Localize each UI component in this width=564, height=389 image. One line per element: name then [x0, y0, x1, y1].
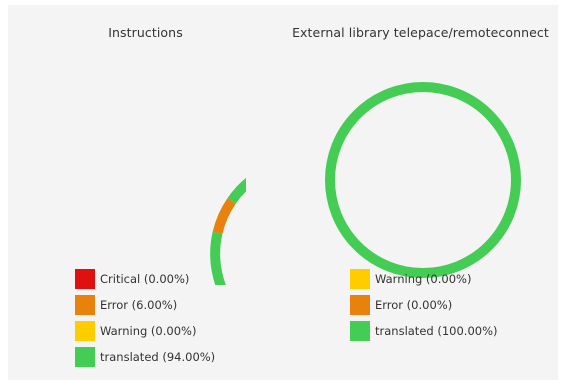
legend-label: translated (100.00%) — [375, 324, 498, 338]
legend-item-error[interactable]: Error (0.00%) — [350, 295, 498, 315]
legend-label: Error (0.00%) — [375, 298, 453, 312]
error-segment[interactable] — [212, 198, 236, 235]
legend-item-translated[interactable]: translated (100.00%) — [350, 321, 498, 341]
chart-title: Instructions — [108, 25, 183, 40]
legend-label: Error (6.00%) — [100, 298, 178, 312]
chart-title: External library telepace/remoteconnect — [292, 25, 549, 40]
translated-segment[interactable] — [325, 82, 521, 278]
error-swatch — [75, 295, 95, 315]
translated-swatch — [75, 347, 95, 367]
legend-item-critical[interactable]: Critical (0.00%) — [75, 269, 215, 289]
translation-status-panel: Instructions Critical (0.00%) Error (6.0… — [8, 5, 558, 380]
instructions-chart: Instructions Critical (0.00%) Error (6.0… — [8, 5, 283, 380]
external-library-donut — [325, 82, 521, 278]
legend-item-translated[interactable]: translated (94.00%) — [75, 347, 216, 367]
legend-item-warning[interactable]: Warning (0.00%) — [75, 321, 215, 341]
warning-swatch — [75, 321, 95, 341]
legend-label: Critical (0.00%) — [100, 272, 190, 286]
instructions-legend: Critical (0.00%) Error (6.00%) Warning (… — [75, 269, 216, 374]
translated-swatch — [350, 321, 370, 341]
external-library-legend: Warning (0.00%) Error (0.00%) translated… — [350, 269, 498, 348]
legend-item-error[interactable]: Error (6.00%) — [75, 295, 215, 315]
legend-label: translated (94.00%) — [100, 350, 216, 364]
instructions-donut — [210, 178, 246, 285]
warning-swatch — [350, 269, 370, 289]
error-swatch — [350, 295, 370, 315]
legend-label: Warning (0.00%) — [100, 324, 197, 338]
critical-swatch — [75, 269, 95, 289]
legend-item-warning[interactable]: Warning (0.00%) — [350, 269, 498, 289]
legend-label: Warning (0.00%) — [375, 272, 472, 286]
external-library-chart: External library telepace/remoteconnect … — [283, 5, 558, 380]
